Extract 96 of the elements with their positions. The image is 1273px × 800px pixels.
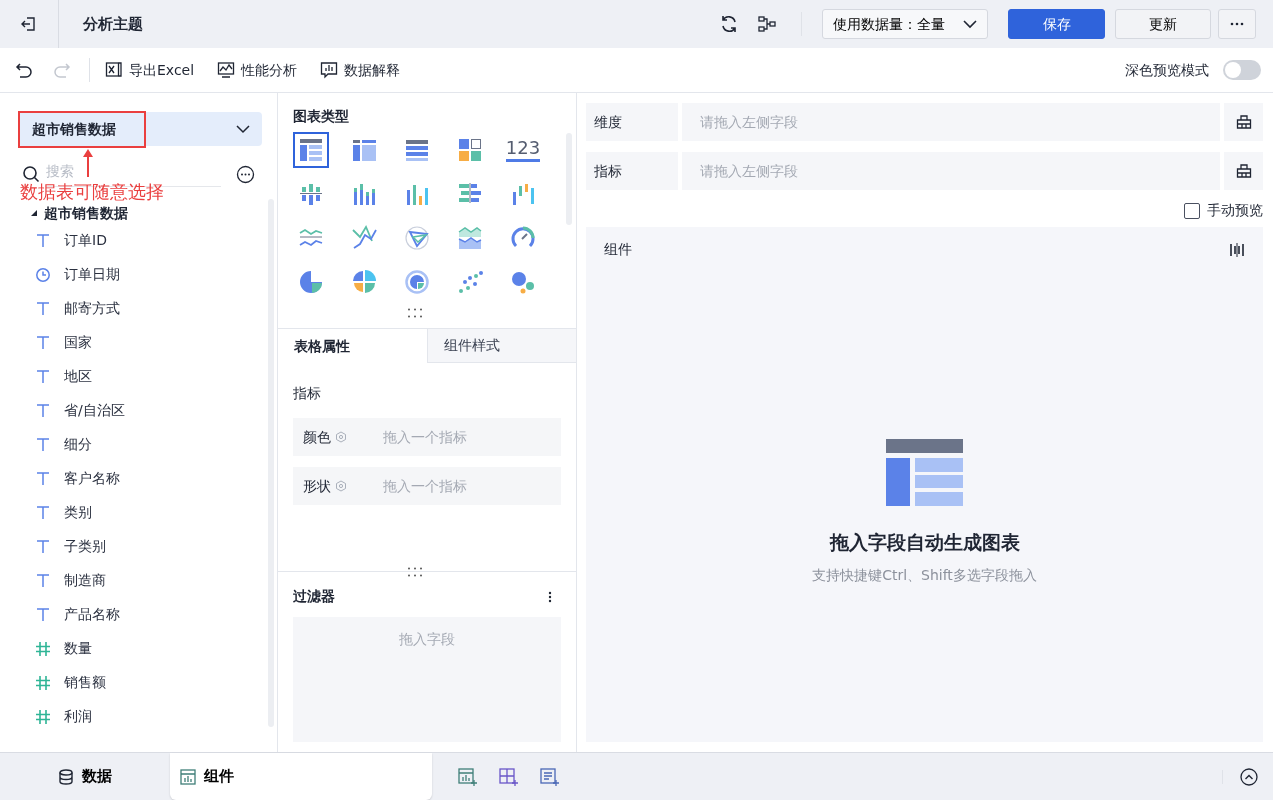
group-table-icon [297, 136, 325, 164]
add-table-icon[interactable] [499, 766, 519, 787]
component-title: 组件 [604, 240, 632, 259]
text-field-icon [35, 571, 51, 589]
add-chart-icon[interactable] [458, 766, 478, 787]
field-item[interactable]: 产品名称 [64, 603, 120, 625]
triangle-icon [30, 209, 38, 217]
field-item[interactable]: 子类别 [64, 535, 106, 557]
section-title: 过滤器 [293, 587, 335, 606]
flow-icon[interactable] [757, 14, 777, 34]
chart-comment-icon [320, 61, 339, 79]
text-field-icon [35, 537, 51, 555]
text-field-icon [35, 367, 51, 385]
panel-title: 图表类型 [293, 107, 350, 126]
hexagon-icon [335, 480, 347, 492]
text-field-icon [35, 605, 51, 623]
add-text-icon[interactable] [540, 766, 560, 787]
field-item[interactable]: 销售额 [64, 671, 106, 693]
clear-button[interactable] [1224, 152, 1263, 190]
data-amount-dropdown[interactable]: 使用数据量：全量 [822, 9, 988, 39]
area-icon [456, 224, 484, 252]
property-drop-field[interactable]: 颜色 拖入一个指标 [293, 418, 561, 456]
text-field-icon [35, 469, 51, 487]
field-item[interactable]: 客户名称 [64, 467, 120, 489]
manual-preview-checkbox[interactable]: 手动预览 [586, 200, 1263, 221]
text-field-icon [35, 333, 51, 351]
toolbar-action[interactable]: 数据解释 [320, 59, 401, 81]
rose-icon [350, 268, 378, 296]
refresh-icon[interactable] [719, 14, 739, 34]
section-label: 指标 [293, 384, 322, 403]
dataset-dropdown[interactable]: 超市销售数据 [18, 112, 262, 146]
field-item[interactable]: 订单日期 [64, 263, 120, 285]
chart-type-option[interactable] [293, 132, 329, 168]
title-text: 分析主题 [83, 13, 143, 35]
chevron-down-icon [963, 19, 977, 29]
clock-icon [35, 265, 51, 283]
briefcase-icon [1235, 163, 1252, 179]
shelf-label: 指标 [586, 152, 678, 190]
text-field-icon [35, 299, 51, 317]
empty-state-hint: 支持快捷键Ctrl、Shift多选字段拖入 [812, 565, 1037, 585]
bottom-tab[interactable]: 组件 [170, 753, 432, 800]
dark-preview-label: 深色预览模式 [1125, 60, 1209, 80]
field-item[interactable]: 制造商 [64, 569, 106, 591]
more-icon [1230, 22, 1244, 26]
panel-tab[interactable]: 组件样式 [426, 329, 576, 363]
database-icon [58, 768, 74, 785]
tree-node[interactable]: 超市销售数据 [30, 203, 277, 223]
text-field-icon [35, 435, 51, 453]
field-item[interactable]: 数量 [64, 637, 92, 659]
chart-type-option[interactable]: 123 [505, 132, 541, 168]
cross-line-icon [350, 224, 378, 252]
briefcase-icon [1235, 114, 1252, 130]
text-field-icon [35, 231, 51, 249]
field-item[interactable]: 订单ID [64, 229, 107, 251]
dark-preview-toggle[interactable] [1223, 60, 1261, 80]
kpi-card-icon [456, 136, 484, 164]
text-field-icon [35, 503, 51, 521]
search-icon [22, 165, 40, 183]
toolbar-action[interactable]: 性能分析 [217, 59, 298, 81]
field-item[interactable]: 细分 [64, 433, 92, 455]
excel-icon [105, 61, 123, 79]
chevron-down-icon [236, 124, 250, 134]
update-button[interactable]: 更新 [1115, 9, 1211, 39]
text-field-icon [35, 401, 51, 419]
hash-icon [35, 673, 51, 691]
property-drop-field[interactable]: 形状 拖入一个指标 [293, 467, 561, 505]
field-item[interactable]: 类别 [64, 501, 92, 523]
scatter-icon [456, 268, 484, 296]
hash-icon [35, 707, 51, 725]
hexagon-icon [335, 431, 347, 443]
exit-icon[interactable] [20, 15, 38, 33]
more-options-icon[interactable] [236, 164, 255, 184]
field-item[interactable]: 邮寄方式 [64, 297, 120, 319]
field-item[interactable]: 利润 [64, 705, 92, 727]
radar-icon [403, 224, 431, 252]
drag-handle-icon[interactable] [407, 567, 423, 577]
hash-icon [35, 639, 51, 657]
toolbar-action[interactable]: 导出Excel [105, 59, 195, 81]
empty-state-title: 拖入字段自动生成图表 [829, 530, 1020, 555]
field-item[interactable]: 省/自治区 [64, 399, 125, 421]
more-vertical-icon[interactable] [548, 590, 552, 603]
donut-icon [403, 268, 431, 296]
chart-settings-icon[interactable] [1229, 241, 1245, 258]
bar-chart-icon [180, 768, 196, 785]
drag-handle-icon[interactable] [407, 308, 423, 318]
monitor-chart-icon [217, 61, 236, 79]
clear-button[interactable] [1224, 103, 1263, 141]
bottom-tab[interactable]: 数据 [0, 753, 170, 800]
save-button[interactable]: 保存 [1008, 9, 1105, 39]
shelf-label: 维度 [586, 103, 678, 141]
collapse-icon[interactable] [1240, 767, 1258, 786]
undo-icon[interactable] [15, 62, 33, 78]
annotation-arrow [82, 148, 94, 178]
field-item[interactable]: 地区 [64, 365, 92, 387]
pie-icon [297, 268, 325, 296]
field-item[interactable]: 国家 [64, 331, 92, 353]
